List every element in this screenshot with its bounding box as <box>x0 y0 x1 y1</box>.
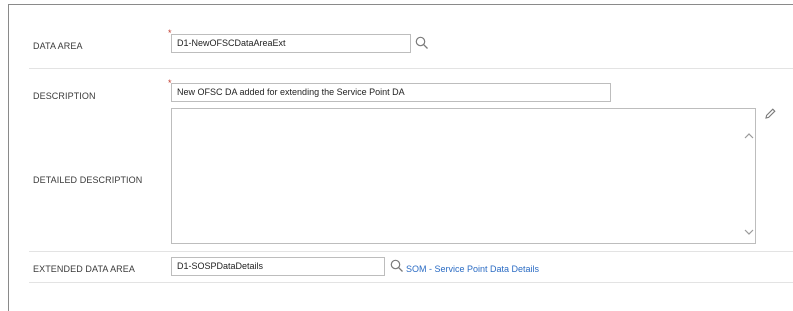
description-field[interactable]: New OFSC DA added for extending the Serv… <box>171 83 611 102</box>
pencil-icon[interactable] <box>763 107 777 126</box>
description-label: DESCRIPTION <box>33 91 96 101</box>
extended-data-area-field[interactable]: D1-SOSPDataDetails <box>171 257 385 276</box>
row-divider <box>29 68 793 69</box>
detailed-description-textarea[interactable] <box>171 108 756 244</box>
extended-data-area-search-icon[interactable] <box>390 259 404 278</box>
form-panel: DATA AREA * D1-NewOFSCDataAreaExt DESCRI… <box>8 4 793 311</box>
data-area-field[interactable]: D1-NewOFSCDataAreaExt <box>171 34 411 53</box>
extended-data-area-link[interactable]: SOM - Service Point Data Details <box>406 264 539 274</box>
extended-data-area-label: EXTENDED DATA AREA <box>33 264 135 274</box>
data-area-search-icon[interactable] <box>415 36 429 55</box>
detailed-description-label: DETAILED DESCRIPTION <box>33 175 143 185</box>
scroll-up-icon[interactable] <box>744 127 754 145</box>
row-divider <box>29 251 793 252</box>
data-area-label: DATA AREA <box>33 41 83 51</box>
row-divider <box>29 282 793 283</box>
scroll-down-icon[interactable] <box>744 223 754 241</box>
